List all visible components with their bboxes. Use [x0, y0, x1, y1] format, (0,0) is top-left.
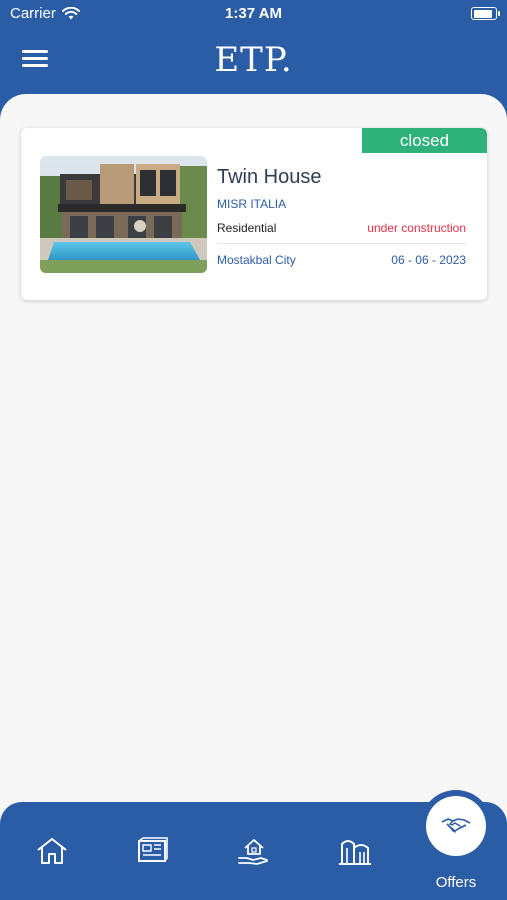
app-logo: ETP. — [214, 40, 293, 80]
bottom-tab-bar: Offers — [0, 790, 507, 900]
project-location: Mostakbal City — [217, 253, 296, 267]
battery-level — [473, 9, 493, 18]
handshake-icon — [441, 818, 471, 833]
offers-tab-button[interactable] — [426, 796, 486, 856]
project-stage: under construction — [367, 221, 466, 235]
offers-tab[interactable] — [420, 790, 492, 862]
house-hand-icon[interactable] — [237, 836, 271, 866]
battery-icon — [471, 7, 500, 20]
project-card[interactable]: closed Twin House MISR ITALIA Residentia… — [21, 128, 487, 300]
project-name: Twin House — [217, 166, 322, 188]
offers-tab-label[interactable]: Offers — [418, 874, 494, 891]
project-list: closed Twin House MISR ITALIA Residentia… — [0, 94, 507, 834]
status-bar: Carrier 1:37 AM — [0, 0, 507, 28]
blueprint-icon[interactable] — [136, 836, 170, 866]
card-divider — [217, 243, 466, 244]
status-time: 1:37 AM — [225, 5, 282, 22]
project-thumbnail — [40, 156, 207, 273]
home-icon[interactable] — [35, 836, 69, 866]
buildings-icon[interactable] — [338, 836, 372, 866]
project-category: Residential — [217, 221, 277, 235]
project-date: 06 - 06 - 2023 — [391, 253, 466, 267]
project-developer: MISR ITALIA — [217, 197, 287, 211]
status-badge: closed — [362, 128, 487, 153]
app-header: ETP. — [0, 28, 507, 94]
